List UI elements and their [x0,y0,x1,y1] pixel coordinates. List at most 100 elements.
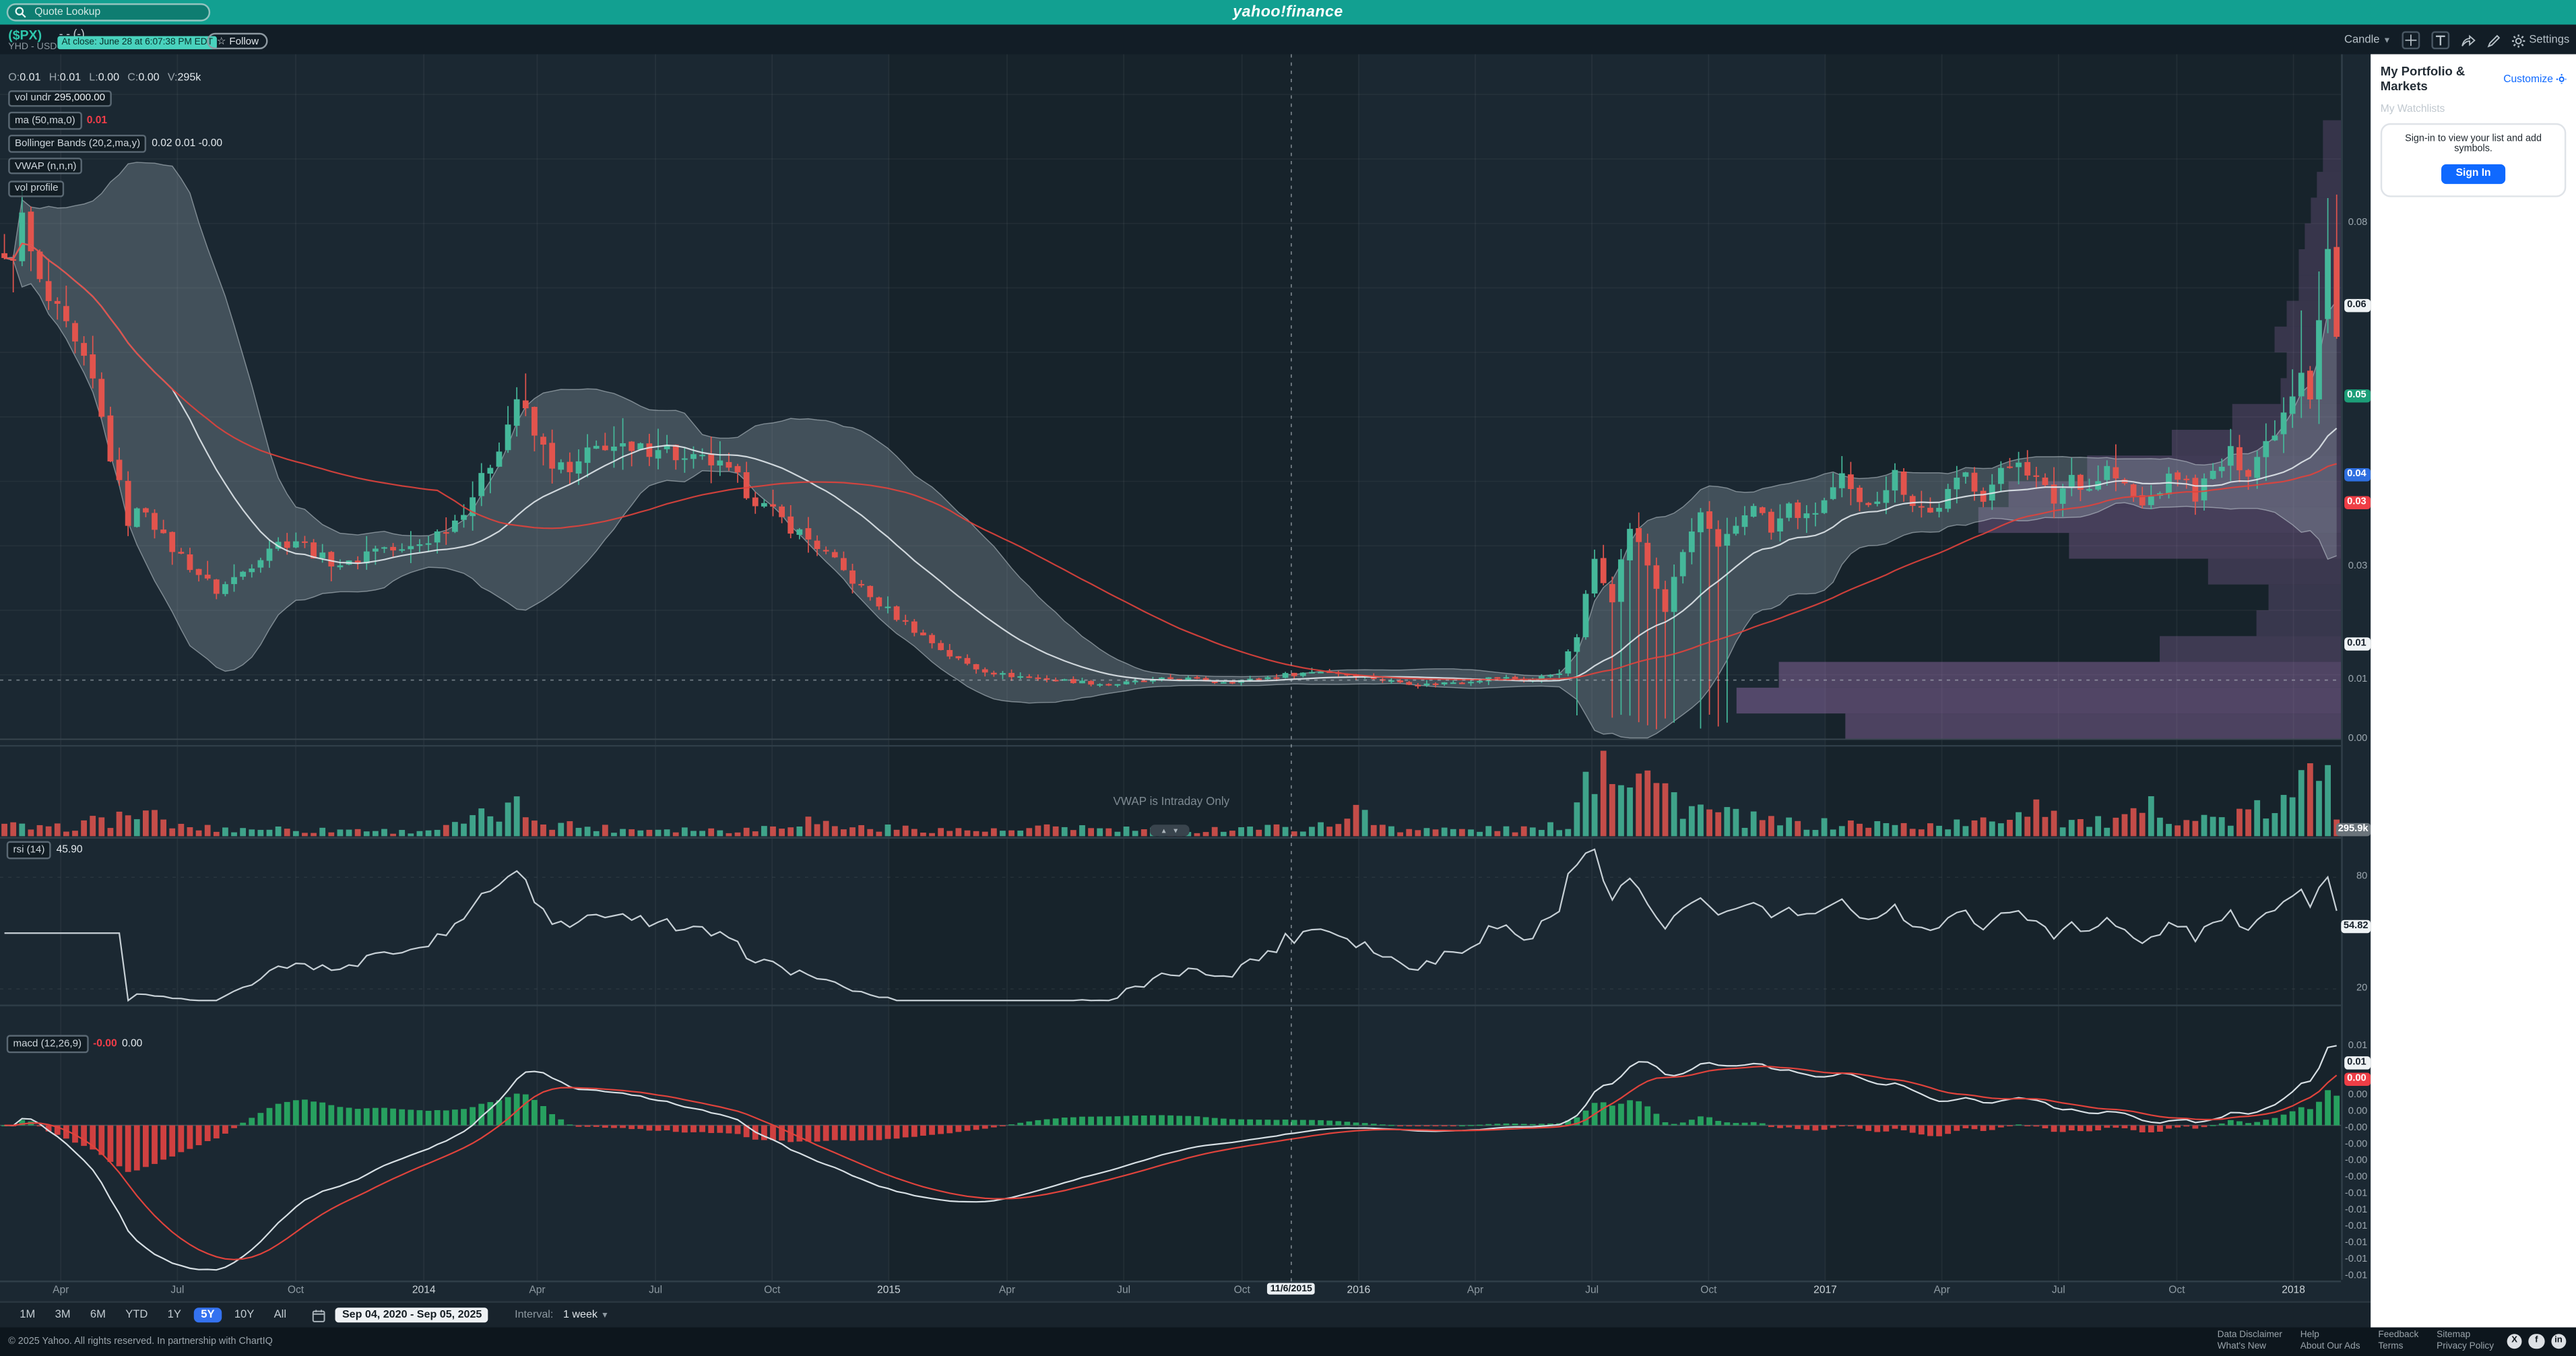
footer-link[interactable]: Help [2300,1330,2360,1340]
customize-link[interactable]: Customize [2503,73,2566,85]
macd-tick: -0.01 [2345,1238,2367,1250]
signin-button[interactable]: Sign In [2441,164,2506,184]
time-tick: 2016 [1347,1285,1371,1296]
search-input[interactable] [31,5,202,20]
ohlc-label: C: [127,72,138,84]
calendar-icon [313,1308,326,1322]
time-tick: 2018 [2282,1285,2305,1296]
rsi-tick: 80 [2356,872,2367,883]
macd-legend: macd (12,26,9) -0.00 0.00 [7,1035,143,1052]
bollinger-values: 0.02 0.01 -0.00 [152,138,222,150]
signin-text: Sign-in to view your list and add symbol… [2390,135,2556,154]
range-button-1m[interactable]: 1M [13,1307,42,1323]
price-badge: 0.03 [2344,496,2370,510]
main-chart-region[interactable]: O:0.01H:0.01L:0.00C:0.00V:295k vol undr2… [0,54,2371,1301]
follow-button[interactable]: ☆ Follow [207,34,268,49]
pane-resize-handle[interactable]: ▲▼ [1150,825,1190,836]
time-tick: Jul [170,1285,184,1296]
page-footer: © 2025 Yahoo. All rights reserved. In pa… [0,1328,2576,1356]
footer-link[interactable]: Privacy Policy [2437,1343,2494,1353]
time-tick: Jul [1585,1285,1599,1296]
facebook-icon[interactable]: f [2529,1333,2544,1349]
copyright: © 2025 Yahoo. All rights reserved. [8,1336,154,1347]
gear-icon [2513,34,2526,47]
time-tick: Oct [288,1285,304,1296]
range-button-1y[interactable]: 1Y [161,1307,188,1323]
crosshair-tool-button[interactable] [2403,31,2421,49]
date-range-picker[interactable]: Sep 04, 2020 - Sep 05, 2025 [335,1307,488,1323]
ohlc-readout: O:0.01H:0.01L:0.00C:0.00V:295k [8,72,222,84]
range-button-10y[interactable]: 10Y [228,1307,261,1323]
candlestick-chart[interactable] [0,54,2341,1301]
ohlc-value: 0.00 [98,72,119,84]
chart-type-dropdown[interactable]: Candle▼ [2344,34,2391,46]
footer-link[interactable]: Feedback [2378,1330,2418,1340]
range-button-6m[interactable]: 6M [84,1307,112,1323]
macd-tick: 0.00 [2348,1090,2368,1101]
footer-link[interactable]: Sitemap [2437,1330,2494,1340]
quote-lookup-search[interactable] [7,3,210,21]
macd-chip[interactable]: macd (12,26,9) [7,1035,88,1052]
bollinger-chip[interactable]: Bollinger Bands (20,2,ma,y) [8,135,147,152]
at-close-timestamp: At close: June 28 at 6:07:38 PM EDT [57,36,217,49]
time-tick: Jul [649,1285,662,1296]
time-tick: Oct [1700,1285,1716,1296]
macd-tick: -0.01 [2345,1205,2367,1217]
rsi-badge: 54.82 [2342,920,2369,934]
macd-tick: -0.01 [2345,1188,2367,1200]
linkedin-icon[interactable]: in [2550,1333,2566,1349]
price-badge: 0.01 [2344,637,2370,651]
vol-profile-chip[interactable]: vol profile [8,180,65,197]
range-button-5y[interactable]: 5Y [195,1307,222,1323]
rsi-chip[interactable]: rsi (14) [7,841,51,859]
ma-indicator-chip[interactable]: ma (50,ma,0) [8,112,82,130]
price-tick: 0.08 [2348,218,2368,229]
ohlc-label: H: [49,72,60,84]
vwap-chip[interactable]: VWAP (n,n,n) [8,158,83,175]
chart-toolbar: Candle▼ [2344,31,2569,49]
volume-underlay-chip[interactable]: vol undr295,000.00 [8,90,112,107]
footer-link[interactable]: Terms [2378,1343,2418,1353]
text-tool-icon [2435,34,2447,46]
time-tick: Apr [53,1285,69,1296]
crosshair-date-badge: 11/6/2015 [1267,1283,1316,1295]
ticker-symbol: ($PX) [8,28,42,42]
footer-link[interactable]: About Our Ads [2300,1343,2360,1353]
range-button-all[interactable]: All [267,1307,293,1323]
time-tick: Apr [1467,1285,1483,1296]
x-social-icon[interactable]: X [2507,1333,2522,1349]
footer-link[interactable]: Data Disclaimer [2218,1330,2282,1340]
time-tick: Oct [764,1285,780,1296]
price-axis: 0.080.030.010.000.060.050.040.030.01295.… [2341,54,2371,1279]
time-tick: Jul [2052,1285,2065,1296]
ohlc-label: O: [8,72,20,84]
draw-tool-button[interactable] [2488,34,2501,47]
yahoo-finance-logo[interactable]: yahoo!finance [1233,3,1343,21]
signin-card: Sign-in to view your list and add symbol… [2381,123,2567,198]
time-tick: Apr [999,1285,1015,1296]
range-button-ytd[interactable]: YTD [119,1307,154,1323]
price-tick: 0.01 [2348,674,2368,686]
ohlc-value: 0.00 [138,72,159,84]
ohlc-label: L: [89,72,98,84]
annotation-tool-button[interactable] [2432,31,2450,49]
share-chart-button[interactable] [2461,34,2476,47]
rsi-tick: 20 [2356,983,2367,995]
rsi-value: 45.90 [57,844,83,855]
range-button-3m[interactable]: 3M [49,1307,77,1323]
price-tick: 0.00 [2348,734,2368,745]
macd-tick: -0.00 [2345,1123,2367,1134]
ticker-exchange: YHD - USD [8,42,57,53]
crosshair-icon [2406,34,2417,46]
time-tick: Apr [1934,1285,1950,1296]
macd-tick: 0.01 [2348,1041,2368,1052]
interval-dropdown[interactable]: 1 week▼ [563,1310,609,1321]
footer-link[interactable]: What's New [2218,1343,2282,1353]
macd-badge: 0.01 [2344,1056,2370,1070]
ticker-bar: ($PX) - - (-) YHD - USD At close: June 2… [0,25,2576,55]
top-header: yahoo!finance [0,0,2576,25]
settings-button[interactable]: Settings [2513,34,2569,47]
yahoo-finance-chart-page: yahoo!finance ($PX) - - (-) YHD - USD At… [0,0,2576,1356]
ohlc-value: 295k [177,72,201,84]
macd-tick: -0.01 [2345,1254,2367,1266]
